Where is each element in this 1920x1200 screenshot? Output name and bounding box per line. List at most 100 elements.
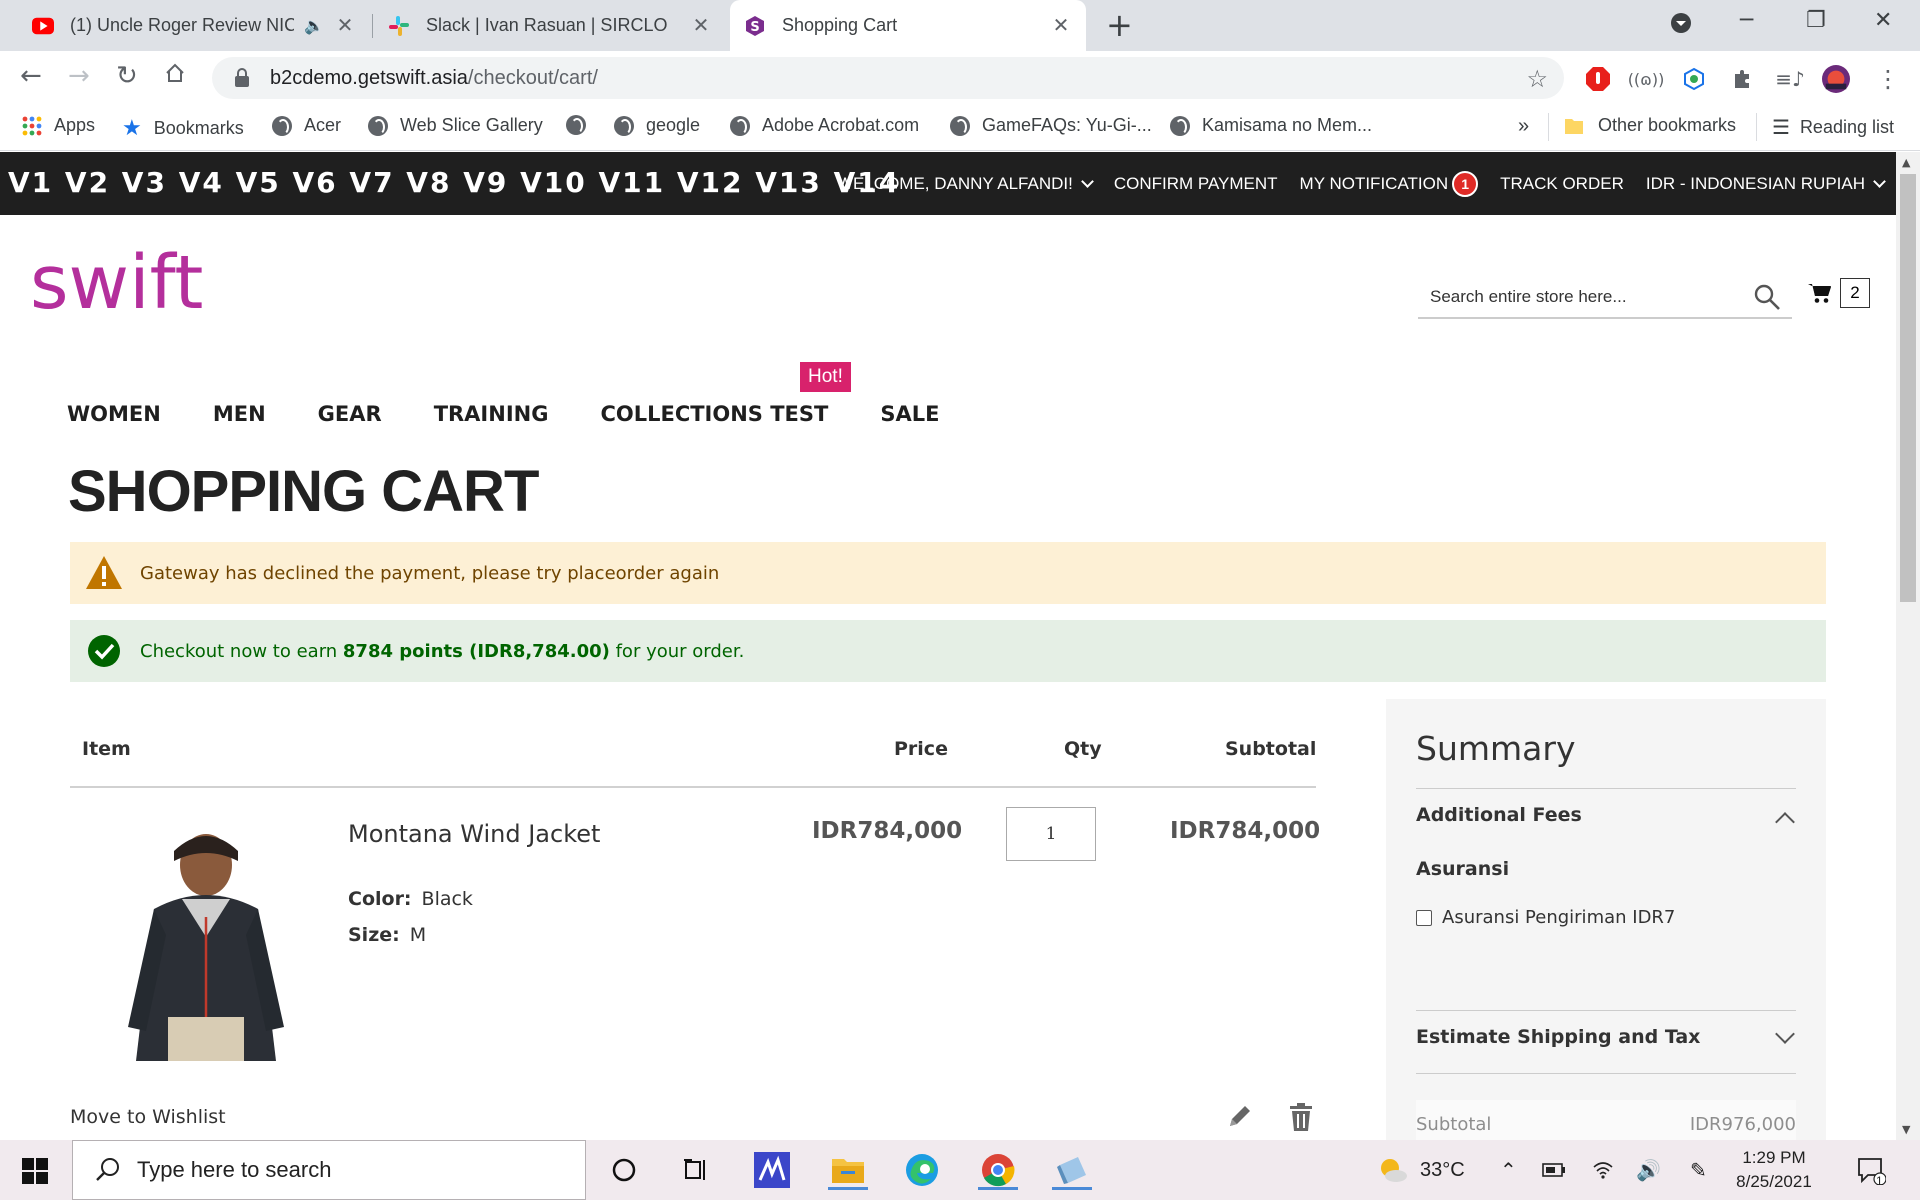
scrollbar-thumb[interactable] bbox=[1900, 174, 1916, 602]
version-links[interactable]: V1 V2 V3 V4 V5 V6 V7 V8 V9 V10 V11 V12 V… bbox=[8, 166, 900, 199]
bookmark-label: Acer bbox=[304, 115, 342, 135]
tab-youtube[interactable]: (1) Uncle Roger Review NICK 🔈 ✕ bbox=[18, 0, 370, 51]
nav-gear[interactable]: GEAR bbox=[318, 402, 382, 426]
tab-slack[interactable]: Slack | Ivan Rasuan | SIRCLO ✕ bbox=[374, 0, 726, 51]
bookmark-web-slice-gallery[interactable]: Web Slice Gallery bbox=[368, 115, 543, 136]
product-image[interactable] bbox=[94, 817, 318, 1061]
pencil-icon[interactable] bbox=[1226, 1102, 1254, 1130]
bookmark-geogle[interactable]: geogle bbox=[614, 115, 700, 136]
swift-logo[interactable]: swift bbox=[28, 240, 228, 330]
product-name[interactable]: Montana Wind Jacket bbox=[348, 820, 600, 848]
additional-fees-toggle[interactable]: Additional Fees bbox=[1416, 804, 1582, 826]
weather-widget[interactable]: 33°C bbox=[1378, 1140, 1465, 1200]
move-to-wishlist-link[interactable]: Move to Wishlist bbox=[70, 1106, 226, 1128]
track-order-link[interactable]: TRACK ORDER bbox=[1500, 174, 1624, 194]
tab-search-button[interactable] bbox=[1670, 12, 1692, 40]
app-icon[interactable] bbox=[752, 1150, 792, 1190]
speaker-icon[interactable]: 🔈 bbox=[304, 16, 324, 36]
edge-icon[interactable] bbox=[902, 1150, 942, 1190]
system-clock[interactable]: 1:29 PM 8/25/2021 bbox=[1716, 1146, 1832, 1194]
task-view-icon[interactable] bbox=[676, 1150, 716, 1190]
globe-icon bbox=[566, 115, 586, 135]
extensions-puzzle-icon[interactable] bbox=[1728, 65, 1756, 93]
file-explorer-icon[interactable] bbox=[828, 1150, 868, 1190]
media-controls-icon[interactable]: ≡♪ bbox=[1775, 65, 1805, 93]
bookmark-label: Kamisama no Mem... bbox=[1202, 115, 1373, 135]
success-message: Checkout now to earn 8784 points (IDR8,7… bbox=[70, 620, 1826, 682]
bookmarks-overflow-button[interactable]: » bbox=[1518, 115, 1529, 138]
cortana-icon[interactable] bbox=[604, 1150, 644, 1190]
bookmark-bookmarks[interactable]: ★ Bookmarks bbox=[122, 115, 244, 141]
minicart[interactable]: 2 bbox=[1808, 278, 1870, 308]
nav-men[interactable]: MEN bbox=[213, 402, 266, 426]
bookmark-star-icon[interactable]: ☆ bbox=[1526, 65, 1548, 94]
bookmark-adobe-acrobat[interactable]: Adobe Acrobat.com bbox=[730, 115, 919, 136]
chrome-icon[interactable] bbox=[978, 1150, 1018, 1190]
notepad-icon[interactable] bbox=[1052, 1150, 1092, 1190]
hot-badge: Hot! bbox=[800, 362, 851, 392]
reading-list-icon: ☰ bbox=[1772, 117, 1790, 139]
nav-women[interactable]: WOMEN bbox=[67, 402, 161, 426]
asuransi-checkbox[interactable]: Asuransi Pengiriman IDR7 bbox=[1416, 907, 1675, 928]
new-tab-button[interactable]: + bbox=[1106, 8, 1133, 42]
tab-title: (1) Uncle Roger Review NICK bbox=[70, 15, 295, 35]
currency-switcher[interactable]: IDR - INDONESIAN RUPIAH bbox=[1646, 174, 1886, 194]
bookmark-acer[interactable]: Acer bbox=[272, 115, 341, 136]
back-icon[interactable]: ← bbox=[20, 61, 42, 91]
extension-icon[interactable]: ((ɷ)) bbox=[1628, 65, 1665, 93]
bookmark-apps[interactable]: Apps bbox=[22, 115, 95, 136]
trash-icon[interactable] bbox=[1288, 1102, 1314, 1132]
option-value: M bbox=[409, 924, 427, 946]
product-option-size: Size: M bbox=[348, 924, 426, 946]
reading-list[interactable]: ☰ Reading list bbox=[1772, 115, 1894, 140]
nav-sale[interactable]: SALE bbox=[880, 402, 939, 426]
address-bar[interactable]: b2cdemo.getswift.asia/checkout/cart/ ☆ bbox=[212, 57, 1564, 99]
chevron-up-icon[interactable] bbox=[1775, 812, 1795, 832]
close-window-icon[interactable]: ✕ bbox=[1874, 8, 1892, 33]
battery-icon[interactable] bbox=[1542, 1140, 1566, 1200]
globe-icon bbox=[950, 115, 970, 136]
swift-s-icon: S bbox=[744, 15, 766, 37]
profile-avatar[interactable] bbox=[1822, 65, 1850, 93]
bookmark-unnamed[interactable] bbox=[566, 115, 598, 135]
action-center-icon[interactable]: 1 bbox=[1856, 1140, 1886, 1200]
page-scrollbar[interactable]: ▲ ▼ bbox=[1896, 152, 1920, 1140]
nav-collections-test[interactable]: COLLECTIONS TEST bbox=[600, 402, 828, 426]
taskbar-search-box[interactable]: Type here to search bbox=[72, 1140, 586, 1200]
adblock-extension-icon[interactable] bbox=[1584, 65, 1612, 93]
show-hidden-icons-chevron[interactable]: ⌃ bbox=[1500, 1140, 1517, 1200]
welcome-menu[interactable]: WELCOME, DANNY ALFANDI! bbox=[837, 174, 1094, 194]
bookmark-label: Bookmarks bbox=[153, 117, 244, 138]
chrome-menu-icon[interactable]: ⋮ bbox=[1874, 65, 1902, 93]
other-bookmarks[interactable]: Other bookmarks bbox=[1564, 115, 1736, 136]
search-icon[interactable] bbox=[1752, 282, 1782, 312]
nav-training[interactable]: TRAINING bbox=[434, 402, 549, 426]
reload-icon[interactable]: ↻ bbox=[116, 61, 138, 91]
tab-shopping-cart[interactable]: S Shopping Cart ✕ bbox=[730, 0, 1086, 51]
windows-start-icon[interactable] bbox=[22, 1158, 48, 1184]
restore-icon[interactable]: ❐ bbox=[1806, 8, 1826, 33]
hexagon-extension-icon[interactable] bbox=[1680, 65, 1708, 93]
bookmark-gamefaqs[interactable]: GameFAQs: Yu-Gi-... bbox=[950, 115, 1152, 136]
home-icon[interactable] bbox=[164, 61, 186, 91]
forward-icon[interactable]: → bbox=[68, 61, 90, 91]
minimize-icon[interactable]: ─ bbox=[1740, 8, 1753, 33]
my-notification-link[interactable]: MY NOTIFICATION 1 bbox=[1300, 170, 1479, 197]
store-top-bar: V1 V2 V3 V4 V5 V6 V7 V8 V9 V10 V11 V12 V… bbox=[0, 152, 1896, 215]
close-tab-icon[interactable]: ✕ bbox=[690, 13, 712, 38]
cart-count: 2 bbox=[1840, 278, 1870, 308]
confirm-payment-link[interactable]: CONFIRM PAYMENT bbox=[1114, 174, 1278, 194]
close-tab-icon[interactable]: ✕ bbox=[334, 13, 356, 38]
chevron-down-icon[interactable] bbox=[1775, 1024, 1795, 1044]
volume-icon[interactable]: 🔊 bbox=[1636, 1140, 1661, 1200]
col-subtotal: Subtotal bbox=[1225, 738, 1317, 760]
store-search-input[interactable]: Search entire store here... bbox=[1418, 277, 1792, 319]
bookmark-kamisama[interactable]: Kamisama no Mem... bbox=[1170, 115, 1372, 136]
estimate-shipping-toggle[interactable]: Estimate Shipping and Tax bbox=[1416, 1026, 1700, 1048]
quantity-input[interactable]: 1 bbox=[1006, 807, 1096, 861]
checkbox-icon[interactable] bbox=[1416, 909, 1432, 926]
pen-workspace-icon[interactable]: ✎ bbox=[1690, 1140, 1707, 1200]
wifi-icon[interactable] bbox=[1592, 1140, 1614, 1200]
close-tab-icon[interactable]: ✕ bbox=[1050, 13, 1072, 38]
bookmark-label: geogle bbox=[646, 115, 701, 135]
